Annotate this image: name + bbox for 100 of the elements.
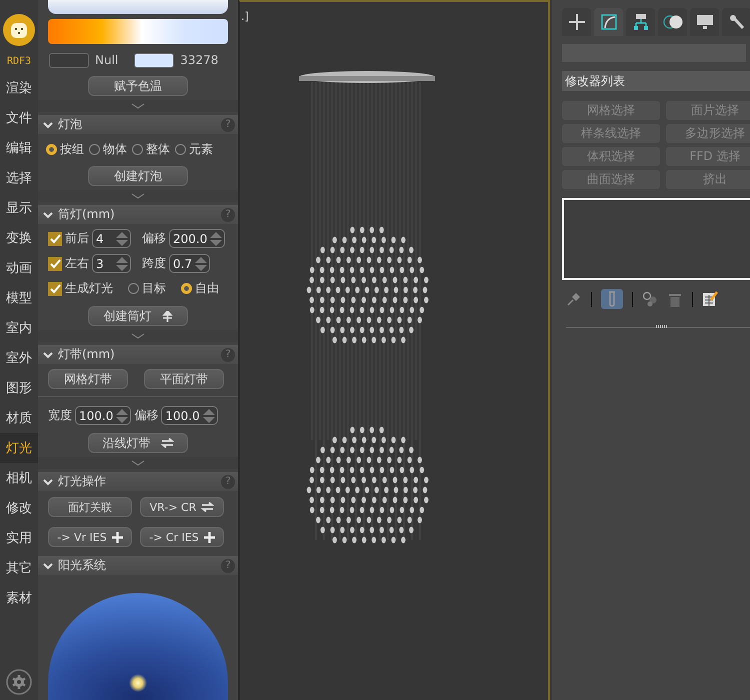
settings-icon[interactable] [6,669,32,695]
plus-icon [568,14,584,30]
radio-label: 元素 [189,140,213,158]
number-spinner[interactable]: 100.0 [161,406,218,425]
spinner-arrows-icon [202,408,216,424]
nav-item[interactable]: 渲染 [0,73,38,103]
field-label: 偏移 [134,407,158,424]
create-button[interactable]: 创建筒灯 [88,306,188,326]
section-header[interactable]: 灯泡 ? [38,115,238,134]
nav-item[interactable]: 材质 [0,403,38,433]
arrow-cross-icon [162,310,172,322]
caret-icon [43,210,53,220]
command-tab[interactable] [562,8,591,36]
resize-grip-icon[interactable] [656,325,668,328]
linked-circles-icon [642,291,658,307]
monitor-icon [696,14,714,30]
assign-button[interactable]: 赋予色温 [88,76,188,96]
swatch-label: Null [95,53,118,67]
nav-item[interactable]: 灯光 [0,433,38,463]
radio-button[interactable] [181,283,192,294]
modifier-stack-list[interactable] [562,198,750,280]
number-spinner[interactable]: 200.0 [169,229,226,248]
section-header[interactable]: 灯光操作 ? [38,472,238,491]
viewport-label: .] [241,10,249,23]
sun-dome-drawing[interactable] [48,593,228,700]
nav-item[interactable]: 模型 [0,283,38,313]
create-button[interactable]: 创建灯泡 [88,166,188,186]
nav-item[interactable]: 编辑 [0,133,38,163]
operation-button[interactable]: -> Vr IES [48,527,132,547]
trash-icon [669,292,681,306]
modifier-list-dropdown[interactable]: 修改器列表 [562,71,750,91]
strip-button[interactable]: 平面灯带 [144,369,224,389]
radio-button[interactable] [132,144,143,154]
nav-item[interactable]: 动画 [0,253,38,283]
color-swatch[interactable] [134,52,174,68]
nav-item[interactable]: 实用 [0,523,38,553]
checkbox[interactable] [48,282,62,296]
tube-icon [607,291,617,307]
checkbox[interactable] [48,256,62,270]
nav-item[interactable]: 其它 [0,553,38,583]
command-tab[interactable] [722,8,750,36]
radio-button[interactable] [46,144,57,154]
section-title: 灯泡 [58,116,83,133]
checkmark-icon [50,284,60,294]
section-header[interactable]: 阳光系统 ? [38,556,238,575]
radio-label: 按组 [60,140,84,158]
spinner-arrows-icon [115,408,130,424]
strip-button[interactable]: 网格灯带 [48,369,128,389]
nav-item[interactable]: 显示 [0,193,38,223]
brand-label: RDF3 [6,56,32,67]
nav-item[interactable]: 修改 [0,493,38,523]
nav-item[interactable]: 图形 [0,373,38,403]
operation-button[interactable]: -> Cr IES [140,527,224,547]
nav-item[interactable]: 变换 [0,223,38,253]
section-title: 阳光系统 [58,557,107,574]
chevron-icon[interactable] [131,103,145,109]
radio-button[interactable] [175,144,186,154]
stack-tool-button[interactable] [702,289,718,309]
chevron-icon[interactable] [131,333,145,339]
stack-tool-button[interactable] [642,289,658,309]
plus-icon [112,532,123,542]
operation-button[interactable]: 面灯关联 [48,497,132,517]
operation-button[interactable]: VR-> CR [140,497,224,517]
command-tab[interactable] [626,8,655,36]
field-label: 前后 [65,230,89,247]
radio-button[interactable] [89,144,100,154]
spinner-arrows-icon [194,256,208,272]
number-spinner[interactable]: 100.0 [75,406,132,425]
number-spinner[interactable]: 3 [92,254,131,273]
nav-item[interactable]: 室外 [0,343,38,373]
chevron-icon[interactable] [131,460,145,466]
strip-button[interactable]: 沿线灯带 [88,433,188,453]
motion-icon [662,14,682,30]
bear-logo-icon[interactable] [3,14,35,46]
wrench-icon [728,14,744,30]
nav-item[interactable]: 室内 [0,313,38,343]
section-header[interactable]: 筒灯(mm) ? [38,205,238,224]
checkmark-icon [50,234,60,244]
nav-item[interactable]: 选择 [0,163,38,193]
nav-item[interactable]: 文件 [0,103,38,133]
swap-icon [201,502,214,512]
section-title: 灯带(mm) [58,346,116,363]
nav-item[interactable]: 素材 [0,583,38,613]
number-spinner[interactable]: 4 [92,229,131,248]
number-spinner[interactable]: 0.7 [169,254,210,273]
command-tab[interactable] [594,8,623,36]
field-label: 宽度 [48,407,72,424]
checkbox[interactable] [48,232,62,246]
command-tab[interactable] [658,8,687,36]
radio-label: 物体 [103,140,127,158]
viewport[interactable]: .] [239,0,550,700]
empty-swatch[interactable] [49,52,89,68]
color-temperature-gradient[interactable] [48,19,228,44]
section-header[interactable]: 灯带(mm) ? [38,345,238,364]
configure-sheet-icon [702,291,718,307]
checkmark-icon [50,258,60,268]
chevron-icon[interactable] [131,193,145,199]
nav-item[interactable]: 相机 [0,463,38,493]
command-tab[interactable] [690,8,719,36]
radio-button[interactable] [128,283,139,294]
